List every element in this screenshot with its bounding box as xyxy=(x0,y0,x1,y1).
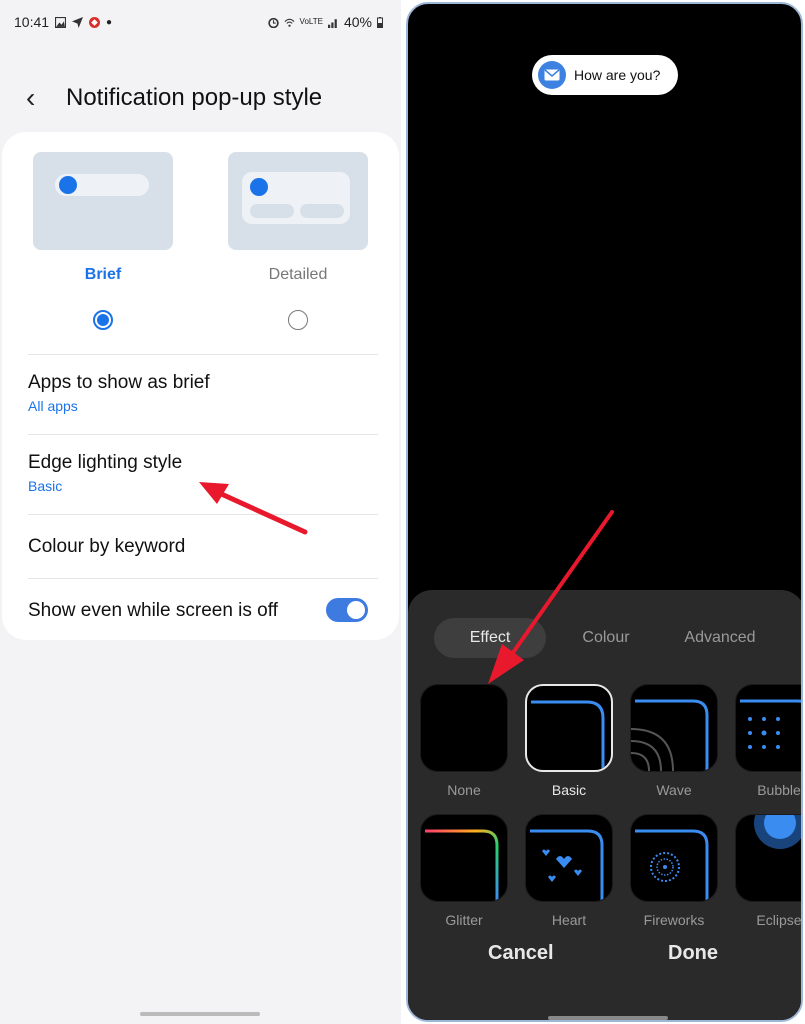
send-icon xyxy=(72,16,84,28)
settings-card: Brief Detailed Apps to show as brief All… xyxy=(2,132,399,640)
preview-dot xyxy=(59,176,77,194)
wifi-icon xyxy=(284,18,295,27)
alarm-icon xyxy=(267,17,279,28)
style-option-detailed[interactable]: Detailed xyxy=(228,152,368,330)
show-when-off-toggle[interactable] xyxy=(326,598,368,622)
effect-wave[interactable]: Wave xyxy=(630,684,718,798)
tab-advanced[interactable]: Advanced xyxy=(670,618,770,658)
phone-screen: How are you? Effect Colour Advanced None… xyxy=(406,2,803,1022)
preview-bar xyxy=(300,204,344,218)
edge-lighting-screen: How are you? Effect Colour Advanced None… xyxy=(404,0,805,1024)
battery-icon xyxy=(377,16,383,28)
show-when-off-row[interactable]: Show even while screen is off xyxy=(28,598,378,622)
preview-bar xyxy=(250,204,294,218)
home-indicator xyxy=(548,1016,668,1020)
more-dot-icon: ● xyxy=(106,16,113,28)
page-title: Notification pop-up style xyxy=(66,84,323,111)
status-bar-left: 10:41 ● xyxy=(14,14,112,30)
effect-label: Wave xyxy=(656,782,692,798)
effect-bubble-preview xyxy=(735,684,801,772)
effect-basic-preview xyxy=(525,684,613,772)
divider xyxy=(28,434,378,435)
mail-icon xyxy=(538,61,566,89)
apps-to-show-row[interactable]: Apps to show as brief All apps xyxy=(28,372,378,414)
effect-label: Basic xyxy=(551,782,587,798)
effect-bubble[interactable]: Bubble xyxy=(735,684,801,798)
detailed-label: Detailed xyxy=(268,266,328,283)
network-label: VoLTE xyxy=(299,17,323,26)
brief-preview xyxy=(33,152,173,250)
brief-radio[interactable] xyxy=(93,310,113,330)
notification-text: How are you? xyxy=(574,67,661,83)
settings-screen: 10:41 ● VoLTE 40% ‹ Notification pop-up … xyxy=(0,0,401,1024)
effect-none-preview xyxy=(420,684,508,772)
signal-icon xyxy=(327,18,337,28)
effect-eclipse-preview xyxy=(735,814,801,902)
cancel-button[interactable]: Cancel xyxy=(488,942,554,965)
notification-bubble[interactable]: How are you? xyxy=(532,55,679,95)
app-badge-icon xyxy=(89,16,101,28)
effect-label: Heart xyxy=(551,912,587,928)
preview-dot xyxy=(250,178,268,196)
detailed-preview xyxy=(228,152,368,250)
effect-label: Fireworks xyxy=(643,912,705,928)
effect-basic[interactable]: Basic xyxy=(525,684,613,798)
row-title: Apps to show as brief xyxy=(28,372,210,393)
effect-fireworks-preview xyxy=(630,814,718,902)
effect-glitter[interactable]: Glitter xyxy=(420,814,508,928)
effect-heart[interactable]: Heart xyxy=(525,814,613,928)
style-option-brief[interactable]: Brief xyxy=(33,152,173,330)
home-indicator xyxy=(140,1012,260,1016)
gallery-icon xyxy=(55,16,67,28)
divider xyxy=(28,354,378,355)
divider xyxy=(28,578,378,579)
annotation-arrow xyxy=(199,482,308,535)
effect-label: None xyxy=(447,782,481,798)
row-subtitle: All apps xyxy=(28,398,78,414)
status-bar-right: VoLTE 40% xyxy=(267,14,383,30)
effect-none[interactable]: None xyxy=(420,684,508,798)
done-button[interactable]: Done xyxy=(668,942,718,965)
battery-level: 40% xyxy=(343,14,372,30)
effect-glitter-preview xyxy=(420,814,508,902)
header: ‹ Notification pop-up style xyxy=(26,82,322,114)
brief-label: Brief xyxy=(84,266,122,283)
status-time: 10:41 xyxy=(14,14,50,30)
detailed-radio[interactable] xyxy=(288,310,308,330)
effect-wave-preview xyxy=(630,684,718,772)
back-icon[interactable]: ‹ xyxy=(26,82,66,114)
effect-fireworks[interactable]: Fireworks xyxy=(630,814,718,928)
effect-eclipse[interactable]: Eclipse xyxy=(735,814,802,928)
effect-label: Eclipse xyxy=(756,912,802,928)
annotation-arrow xyxy=(488,510,614,684)
effect-heart-preview xyxy=(525,814,613,902)
effect-label: Bubble xyxy=(757,782,801,798)
effect-label: Glitter xyxy=(445,912,483,928)
